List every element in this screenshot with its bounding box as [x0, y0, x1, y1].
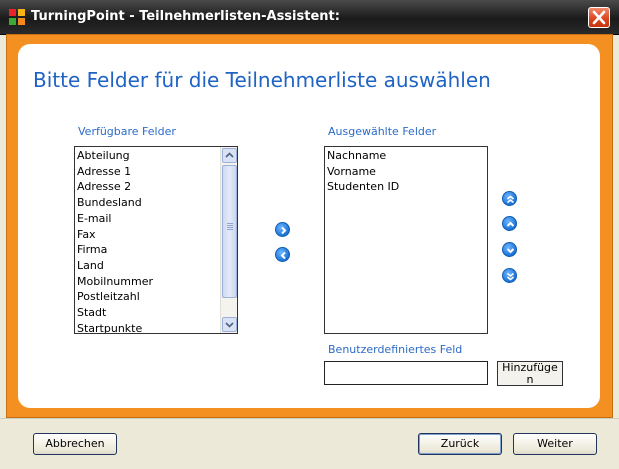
available-items: Abteilung Adresse 1 Adresse 2 Bundesland E-m…	[75, 147, 237, 333]
list-item[interactable]: Land	[75, 258, 237, 274]
list-item[interactable]: Startpunkte	[75, 321, 237, 333]
available-fields-list[interactable]: Abteilung Adresse 1 Adresse 2 Bundesland E-m…	[74, 146, 238, 334]
grip-line	[227, 227, 233, 228]
arrow-right-icon	[281, 226, 287, 235]
selected-fields-list[interactable]: Nachname Vorname Studenten ID	[324, 146, 488, 334]
window-title: TurningPoint - Teilnehmerlisten-Assisten…	[31, 9, 340, 24]
scroll-up-button[interactable]	[222, 148, 237, 163]
grip-line	[227, 229, 233, 230]
cancel-button[interactable]: Abbrechen	[33, 433, 117, 455]
title-bar: TurningPoint - Teilnehmerlisten-Assisten…	[0, 0, 619, 35]
chevron-down-icon	[506, 248, 515, 254]
selected-fields-label: Ausgewählte Felder	[328, 125, 437, 138]
grip-line	[227, 225, 233, 226]
add-custom-field-button[interactable]: Hinzufüge n	[497, 361, 563, 386]
next-button[interactable]: Weiter	[513, 433, 597, 455]
chevron-up-icon	[506, 221, 515, 227]
close-button[interactable]	[588, 7, 610, 28]
back-button[interactable]: Zurück	[418, 433, 502, 455]
scroll-down-button[interactable]	[222, 317, 237, 332]
wizard-window: TurningPoint - Teilnehmerlisten-Assisten…	[0, 0, 619, 469]
available-scrollbar[interactable]	[220, 147, 237, 333]
list-item[interactable]: Bundesland	[75, 195, 237, 211]
turningpoint-app-icon	[9, 9, 25, 25]
footer-bar: Abbrechen Zurück Weiter	[0, 418, 619, 469]
move-bottom-button[interactable]	[502, 268, 517, 283]
double-chevron-down-icon	[506, 272, 515, 281]
list-item[interactable]: Adresse 1	[75, 164, 237, 180]
list-item[interactable]: Abteilung	[75, 148, 237, 164]
available-fields-label: Verfügbare Felder	[78, 125, 176, 138]
list-item[interactable]: E-mail	[75, 211, 237, 227]
custom-field-input[interactable]	[324, 361, 488, 385]
scroll-thumb[interactable]	[222, 165, 237, 298]
list-item[interactable]: Firma	[75, 242, 237, 258]
grip-line	[227, 223, 233, 224]
list-item[interactable]: Mobilnummer	[75, 274, 237, 290]
selected-items: Nachname Vorname Studenten ID	[325, 147, 487, 195]
list-item[interactable]: Vorname	[325, 164, 487, 180]
list-item[interactable]: Stadt	[75, 305, 237, 321]
list-item[interactable]: Studenten ID	[325, 179, 487, 195]
custom-field-label: Benutzerdefiniertes Feld	[328, 343, 463, 356]
chevron-down-icon	[225, 322, 234, 328]
move-down-button[interactable]	[502, 242, 517, 257]
arrow-left-icon	[280, 251, 286, 260]
move-top-button[interactable]	[502, 191, 517, 206]
page-title: Bitte Felder für die Teilnehmerliste aus…	[33, 68, 491, 92]
list-item[interactable]: Nachname	[325, 148, 487, 164]
chevron-up-icon	[225, 152, 234, 158]
list-item[interactable]: Adresse 2	[75, 179, 237, 195]
list-item[interactable]: Fax	[75, 227, 237, 243]
add-field-button[interactable]	[275, 222, 290, 237]
double-chevron-up-icon	[506, 195, 515, 204]
remove-field-button[interactable]	[275, 247, 290, 262]
list-item[interactable]: Postleitzahl	[75, 289, 237, 305]
move-up-button[interactable]	[502, 216, 517, 231]
close-icon	[592, 10, 606, 25]
